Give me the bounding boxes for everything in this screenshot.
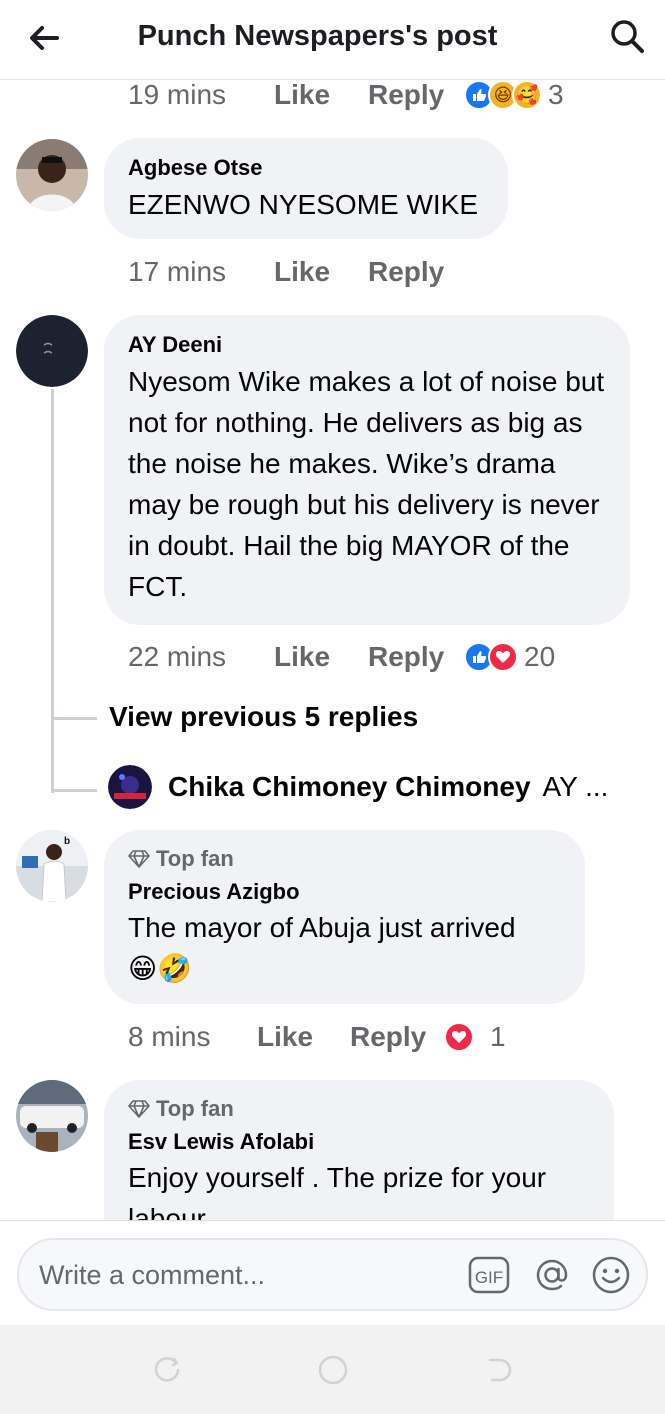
system-nav-bar bbox=[0, 1325, 665, 1414]
mention-icon[interactable] bbox=[531, 1254, 573, 1296]
avatar[interactable] bbox=[16, 315, 88, 387]
reactions-summary[interactable]: 😆 🥰 3 bbox=[464, 81, 564, 110]
reply-author: Chika Chimoney Chimoney bbox=[168, 771, 531, 802]
reply-button[interactable]: Reply bbox=[368, 81, 444, 112]
like-button[interactable]: Like bbox=[274, 640, 330, 674]
top-fan-badge: Top fan bbox=[128, 846, 234, 872]
thread-connector bbox=[51, 789, 97, 792]
page-title: Punch Newspapers's post bbox=[137, 20, 498, 52]
comment-text: Nyesom Wike makes a lot of noise but not… bbox=[128, 366, 605, 602]
avatar[interactable] bbox=[108, 765, 152, 809]
comment-text: Enjoy yourself . The prize for your labo… bbox=[128, 1162, 547, 1220]
comment-text: The mayor of Abuja just arrived bbox=[128, 912, 516, 943]
diamond-icon bbox=[128, 850, 150, 868]
svg-text:GIF: GIF bbox=[475, 1268, 503, 1287]
comments-feed[interactable]: 19 mins Like Reply 😆 🥰 3 Agbese Otse EZE… bbox=[0, 81, 665, 1220]
comment-time: 8 mins bbox=[128, 1021, 211, 1052]
home-icon[interactable] bbox=[316, 1353, 350, 1387]
like-button[interactable]: Like bbox=[274, 255, 330, 289]
comment-bubble[interactable]: Top fan Esv Lewis Afolabi Enjoy yourself… bbox=[104, 1080, 614, 1220]
top-fan-badge: Top fan bbox=[128, 1096, 234, 1122]
thread-line bbox=[51, 389, 54, 793]
reactions-summary[interactable]: 20 bbox=[464, 641, 556, 672]
reaction-count: 3 bbox=[548, 81, 564, 110]
comment-author[interactable]: AY Deeni bbox=[128, 332, 222, 358]
love-reaction-icon bbox=[444, 1022, 474, 1052]
latest-reply-preview[interactable]: Chika Chimoney Chimoney AY ... bbox=[108, 765, 608, 809]
comment-composer-bar: GIF bbox=[0, 1220, 665, 1325]
avatar[interactable] bbox=[16, 1080, 88, 1152]
comment-meta: 22 mins Like Reply 20 bbox=[128, 640, 628, 674]
gif-icon[interactable]: GIF bbox=[468, 1256, 510, 1294]
comment-author[interactable]: Precious Azigbo bbox=[128, 879, 300, 905]
emoji-icon[interactable] bbox=[590, 1254, 632, 1296]
avatar[interactable] bbox=[16, 139, 88, 211]
comment-bubble[interactable]: Top fan Precious Azigbo The mayor of Abu… bbox=[104, 830, 585, 1004]
view-previous-replies-link[interactable]: View previous 5 replies bbox=[109, 701, 418, 733]
reply-snippet: AY ... bbox=[542, 771, 609, 802]
like-button[interactable]: Like bbox=[274, 81, 330, 112]
top-bar: Punch Newspapers's post bbox=[0, 0, 665, 80]
reply-button[interactable]: Reply bbox=[368, 640, 444, 674]
reply-button[interactable]: Reply bbox=[350, 1020, 426, 1054]
care-reaction-icon: 🥰 bbox=[512, 81, 542, 110]
comment-time: 17 mins bbox=[128, 256, 227, 287]
avatar[interactable]: b bbox=[16, 830, 88, 902]
comment-emojis: 😁🤣 bbox=[128, 953, 193, 984]
like-button[interactable]: Like bbox=[257, 1020, 313, 1054]
back-icon[interactable] bbox=[482, 1353, 516, 1387]
reaction-count: 1 bbox=[490, 1021, 506, 1052]
love-reaction-icon bbox=[488, 642, 518, 672]
recents-icon[interactable] bbox=[150, 1353, 184, 1387]
diamond-icon bbox=[128, 1100, 150, 1118]
comment-time: 22 mins bbox=[128, 641, 227, 672]
search-icon[interactable] bbox=[607, 16, 647, 56]
comment-bubble[interactable]: Agbese Otse EZENWO NYESOME WIKE bbox=[104, 138, 508, 239]
comment-bubble[interactable]: AY Deeni Nyesom Wike makes a lot of nois… bbox=[104, 315, 630, 625]
comment-time: 19 mins bbox=[128, 81, 227, 110]
comment-author[interactable]: Agbese Otse bbox=[128, 155, 263, 181]
comment-meta: 19 mins Like Reply 😆 🥰 3 bbox=[128, 81, 628, 112]
thread-connector bbox=[51, 717, 97, 720]
comment-meta: 8 mins Like Reply 1 bbox=[128, 1020, 628, 1054]
comment-input[interactable] bbox=[39, 1252, 459, 1298]
svg-text:b: b bbox=[64, 836, 70, 847]
comment-composer[interactable]: GIF bbox=[17, 1238, 648, 1311]
reactions-summary[interactable]: 1 bbox=[444, 1021, 506, 1052]
reply-button[interactable]: Reply bbox=[368, 255, 444, 289]
reaction-count: 20 bbox=[524, 641, 556, 672]
comment-text: EZENWO NYESOME WIKE bbox=[128, 189, 479, 220]
comment-author[interactable]: Esv Lewis Afolabi bbox=[128, 1129, 314, 1155]
comment-meta: 17 mins Like Reply bbox=[128, 255, 528, 289]
